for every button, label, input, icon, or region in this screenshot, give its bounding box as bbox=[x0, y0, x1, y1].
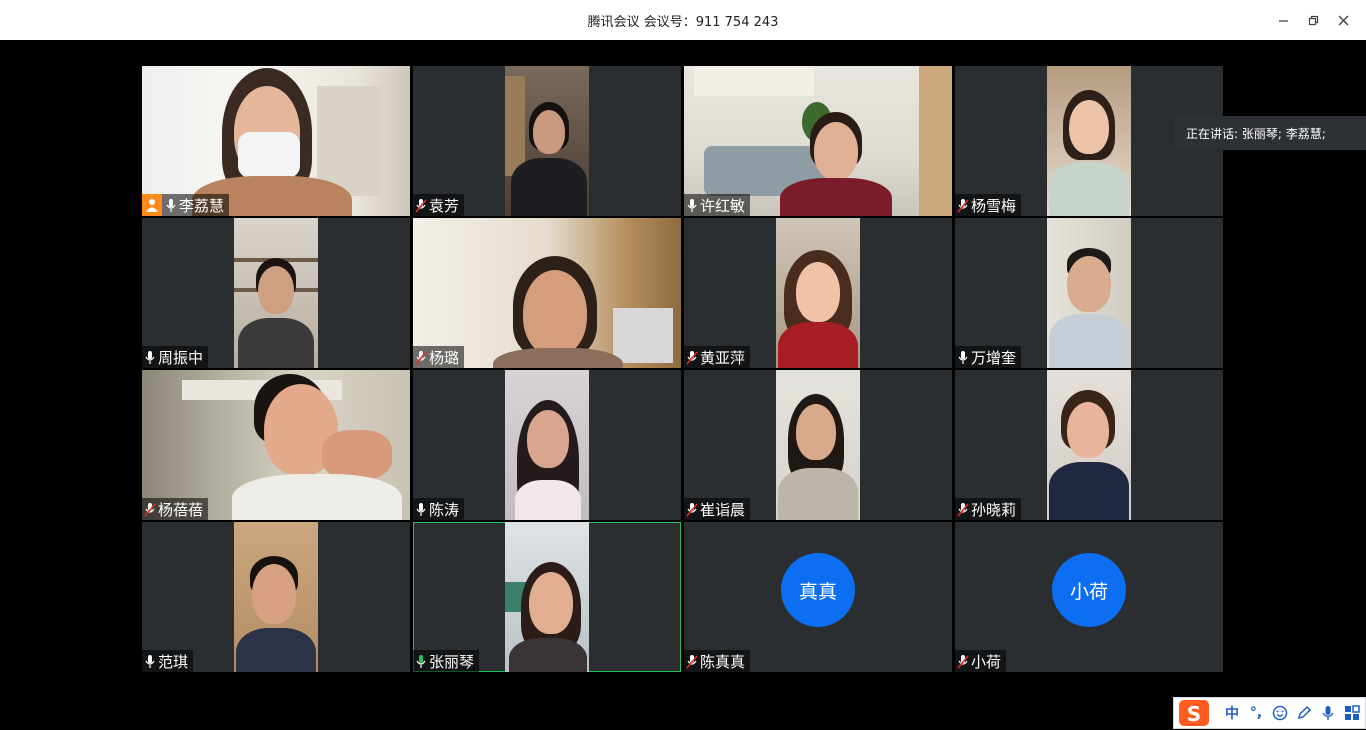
participant-name: 范琪 bbox=[158, 652, 189, 671]
window-controls bbox=[1268, 8, 1358, 32]
participant-name: 杨璐 bbox=[429, 348, 460, 367]
participant-tile[interactable]: 小荷 小荷 bbox=[955, 522, 1223, 672]
sogou-logo-icon[interactable]: S bbox=[1178, 699, 1210, 727]
close-button[interactable] bbox=[1328, 8, 1358, 32]
participant-tile[interactable]: 袁芳 bbox=[413, 66, 681, 216]
mic-muted-icon bbox=[686, 501, 698, 517]
participant-namebar: 崔诣晨 bbox=[684, 498, 751, 520]
participant-name: 李荔慧 bbox=[179, 196, 225, 215]
window-titlebar: 腾讯会议 会议号：911 754 243 bbox=[0, 0, 1366, 40]
participant-tile[interactable]: 范琪 bbox=[142, 522, 410, 672]
video-grid: 李荔慧 袁芳 许红敏 杨雪梅 周振中 杨璐 黄亚萍 万增奎 杨蓓蓓 陈涛 崔诣晨… bbox=[142, 66, 1224, 673]
mic-on-icon bbox=[165, 197, 177, 213]
participant-tile[interactable]: 万增奎 bbox=[955, 218, 1223, 368]
participant-tile[interactable]: 黄亚萍 bbox=[684, 218, 952, 368]
participant-tile[interactable]: 杨蓓蓓 bbox=[142, 370, 410, 520]
minimize-icon bbox=[1278, 19, 1288, 22]
minimize-button[interactable] bbox=[1268, 8, 1298, 32]
participant-name: 黄亚萍 bbox=[700, 348, 746, 367]
restore-button[interactable] bbox=[1298, 8, 1328, 32]
speaking-text: 正在讲话: 张丽琴; 李荔慧; bbox=[1186, 126, 1326, 141]
participant-tile[interactable]: 李荔慧 bbox=[142, 66, 410, 216]
participant-video bbox=[776, 370, 860, 520]
participant-namebar: 陈涛 bbox=[413, 498, 465, 520]
svg-text:S: S bbox=[1187, 702, 1201, 726]
participant-namebar: 杨蓓蓓 bbox=[142, 498, 209, 520]
participant-name: 张丽琴 bbox=[429, 652, 475, 671]
avatar: 小荷 bbox=[1052, 553, 1126, 627]
restore-icon bbox=[1308, 15, 1318, 25]
participant-name: 袁芳 bbox=[429, 196, 460, 215]
close-icon bbox=[1338, 15, 1348, 25]
mic-muted-icon bbox=[686, 349, 698, 365]
participant-name: 陈真真 bbox=[700, 652, 746, 671]
participant-namebar: 杨璐 bbox=[413, 346, 465, 368]
mic-on-icon bbox=[415, 501, 427, 517]
toolbox-icon[interactable] bbox=[1340, 701, 1364, 725]
participant-namebar: 小荷 bbox=[955, 650, 1007, 672]
participant-name: 杨蓓蓓 bbox=[158, 500, 204, 519]
ime-toolbar: S 中 °, bbox=[1173, 697, 1366, 729]
participant-video bbox=[505, 370, 589, 520]
participant-tile[interactable]: 真真 陈真真 bbox=[684, 522, 952, 672]
participant-video bbox=[1047, 370, 1131, 520]
participant-name: 杨雪梅 bbox=[971, 196, 1017, 215]
voice-icon[interactable] bbox=[1316, 701, 1340, 725]
participant-name: 孙晓莉 bbox=[971, 500, 1017, 519]
participant-namebar: 孙晓莉 bbox=[955, 498, 1022, 520]
participant-video bbox=[505, 66, 589, 216]
participant-namebar: 杨雪梅 bbox=[955, 194, 1022, 216]
participant-namebar: 黄亚萍 bbox=[684, 346, 751, 368]
ime-mode-toggle[interactable]: 中 bbox=[1220, 701, 1244, 725]
participant-tile[interactable]: 崔诣晨 bbox=[684, 370, 952, 520]
participant-video bbox=[234, 522, 318, 672]
participant-name: 陈涛 bbox=[429, 500, 460, 519]
host-icon bbox=[142, 194, 162, 216]
mic-muted-icon bbox=[957, 501, 969, 517]
participant-name: 崔诣晨 bbox=[700, 500, 746, 519]
emoji-icon[interactable] bbox=[1268, 701, 1292, 725]
mic-muted-icon bbox=[957, 653, 969, 669]
mic-on-icon bbox=[686, 197, 698, 213]
participant-video bbox=[776, 218, 860, 368]
mic-on-icon bbox=[144, 653, 156, 669]
speaking-indicator: 正在讲话: 张丽琴; 李荔慧; bbox=[1174, 116, 1366, 150]
participant-namebar: 张丽琴 bbox=[413, 650, 480, 672]
mic-muted-icon bbox=[144, 501, 156, 517]
mic-on-icon bbox=[144, 349, 156, 365]
pen-icon[interactable] bbox=[1292, 701, 1316, 725]
participant-namebar: 万增奎 bbox=[955, 346, 1022, 368]
participant-namebar: 许红敏 bbox=[684, 194, 751, 216]
participant-namebar: 陈真真 bbox=[684, 650, 751, 672]
participant-namebar: 李荔慧 bbox=[142, 194, 230, 216]
mic-muted-icon bbox=[415, 197, 427, 213]
participant-video bbox=[1047, 218, 1131, 368]
mic-on-icon bbox=[957, 349, 969, 365]
mic-muted-icon bbox=[686, 653, 698, 669]
meeting-title: 腾讯会议 会议号：911 754 243 bbox=[587, 15, 779, 30]
participant-tile-active-speaker[interactable]: 张丽琴 bbox=[413, 522, 681, 672]
participant-namebar: 范琪 bbox=[142, 650, 194, 672]
participant-tile[interactable]: 许红敏 bbox=[684, 66, 952, 216]
participant-tile[interactable]: 杨璐 bbox=[413, 218, 681, 368]
avatar: 真真 bbox=[781, 553, 855, 627]
mic-muted-icon bbox=[415, 349, 427, 365]
participant-tile[interactable]: 周振中 bbox=[142, 218, 410, 368]
mic-speaking-icon bbox=[415, 653, 427, 669]
participant-video bbox=[234, 218, 318, 368]
mic-muted-icon bbox=[957, 197, 969, 213]
participant-name: 万增奎 bbox=[971, 348, 1017, 367]
participant-tile[interactable]: 陈涛 bbox=[413, 370, 681, 520]
participant-video bbox=[1047, 66, 1131, 216]
participant-video bbox=[505, 522, 589, 672]
participant-name: 许红敏 bbox=[700, 196, 746, 215]
participant-name: 小荷 bbox=[971, 652, 1002, 671]
participant-name: 周振中 bbox=[158, 348, 204, 367]
participant-tile[interactable]: 孙晓莉 bbox=[955, 370, 1223, 520]
ime-punct-toggle[interactable]: °, bbox=[1244, 701, 1268, 725]
participant-namebar: 周振中 bbox=[142, 346, 209, 368]
participant-namebar: 袁芳 bbox=[413, 194, 465, 216]
